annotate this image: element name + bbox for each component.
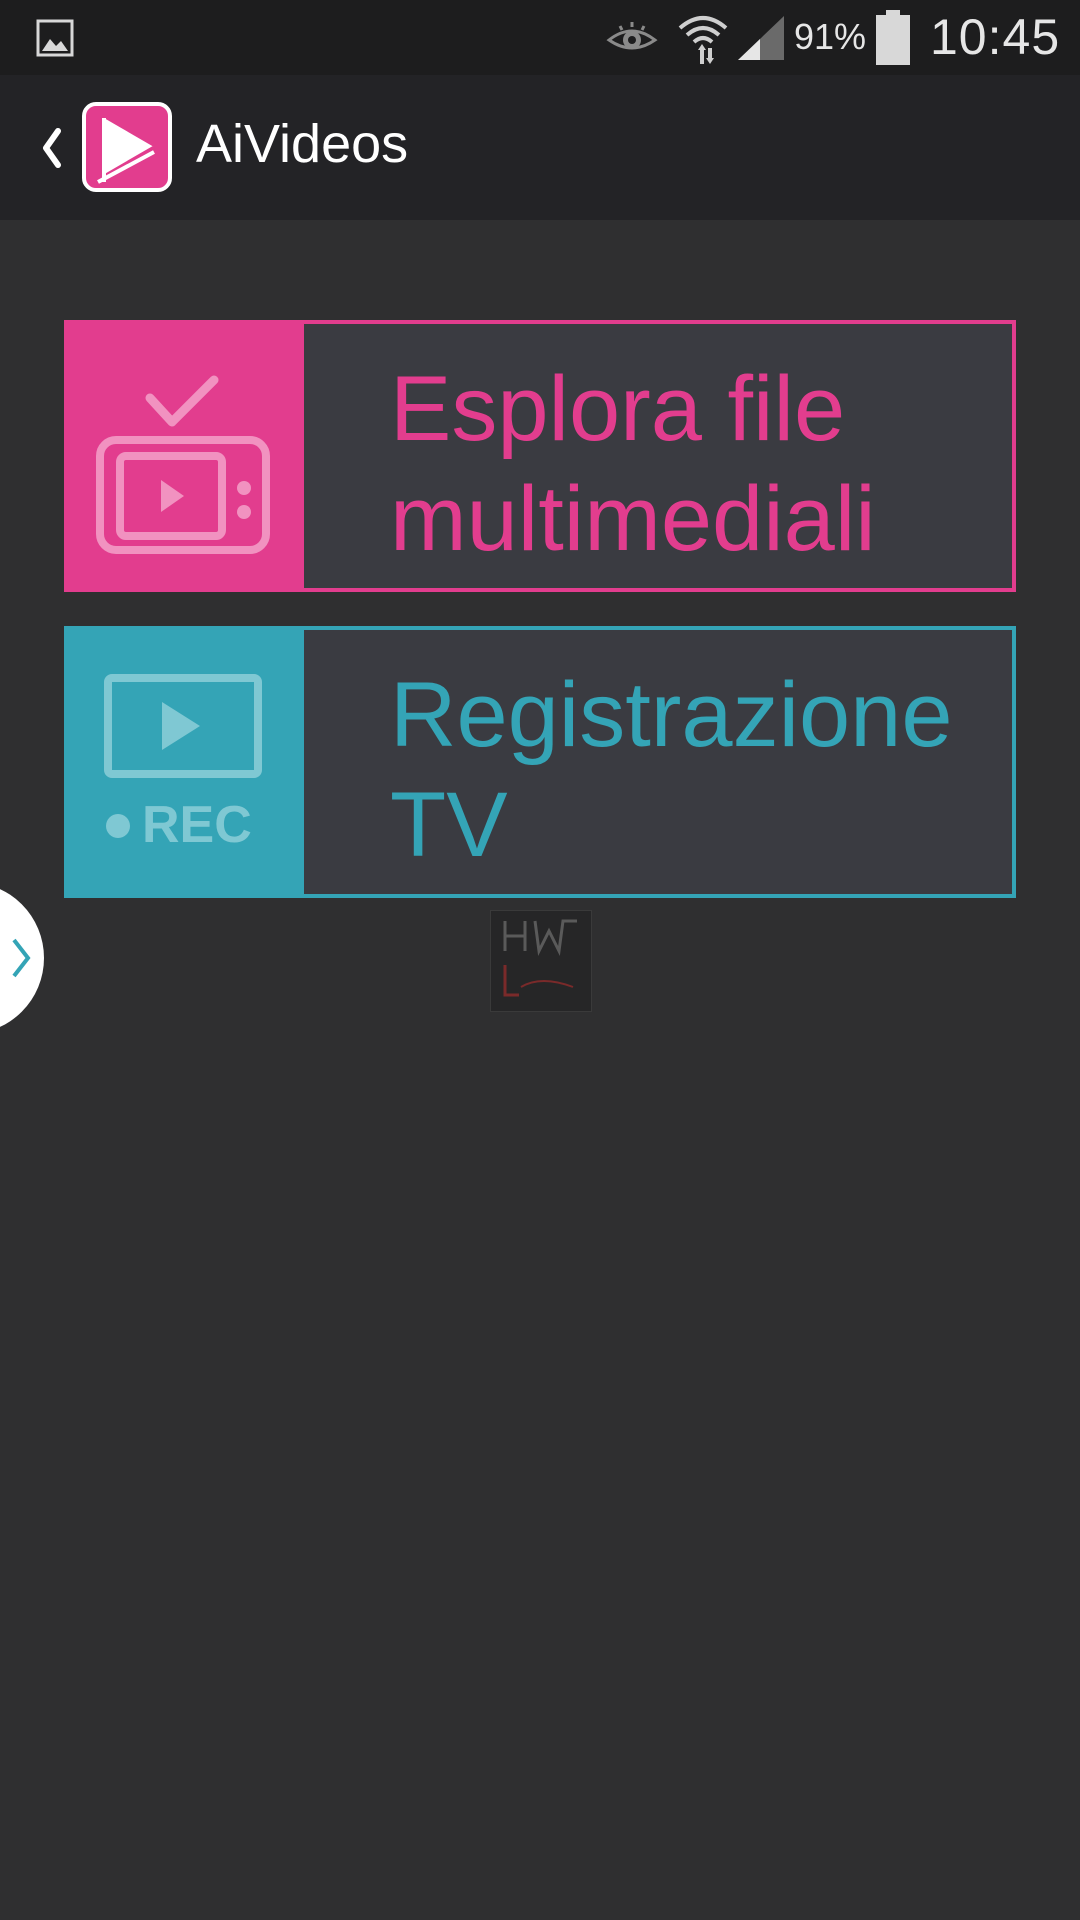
clock: 10:45 <box>930 9 1061 65</box>
side-drawer-handle[interactable] <box>0 882 44 1034</box>
explore-media-label: Esplora file multimediali <box>390 358 876 570</box>
status-bar: 91% 10:45 <box>0 0 1080 75</box>
watermark-icon <box>503 919 577 997</box>
wifi-icon <box>678 16 728 64</box>
tv-recording-button[interactable]: REC Registrazione TV <box>64 626 1016 898</box>
explore-media-icon-box <box>64 320 304 592</box>
back-icon[interactable] <box>38 125 64 171</box>
tv-recording-icon-box: REC <box>64 626 304 898</box>
gallery-icon <box>36 19 74 57</box>
chevron-right-icon <box>12 938 31 978</box>
app-bar: AiVideos <box>0 75 1080 220</box>
battery-icon <box>876 10 910 65</box>
battery-percent: 91% <box>794 16 867 57</box>
watermark-logo <box>490 910 592 1012</box>
tv-icon <box>96 375 270 554</box>
signal-icon <box>738 16 784 60</box>
rec-icon: REC <box>104 674 262 854</box>
tv-recording-label: Registrazione TV <box>390 664 953 876</box>
eye-icon <box>606 22 658 50</box>
app-title: AiVideos <box>196 114 409 174</box>
rec-icon-text: REC <box>142 796 252 854</box>
app-logo-icon[interactable] <box>82 102 172 192</box>
explore-media-button[interactable]: Esplora file multimediali <box>64 320 1016 592</box>
